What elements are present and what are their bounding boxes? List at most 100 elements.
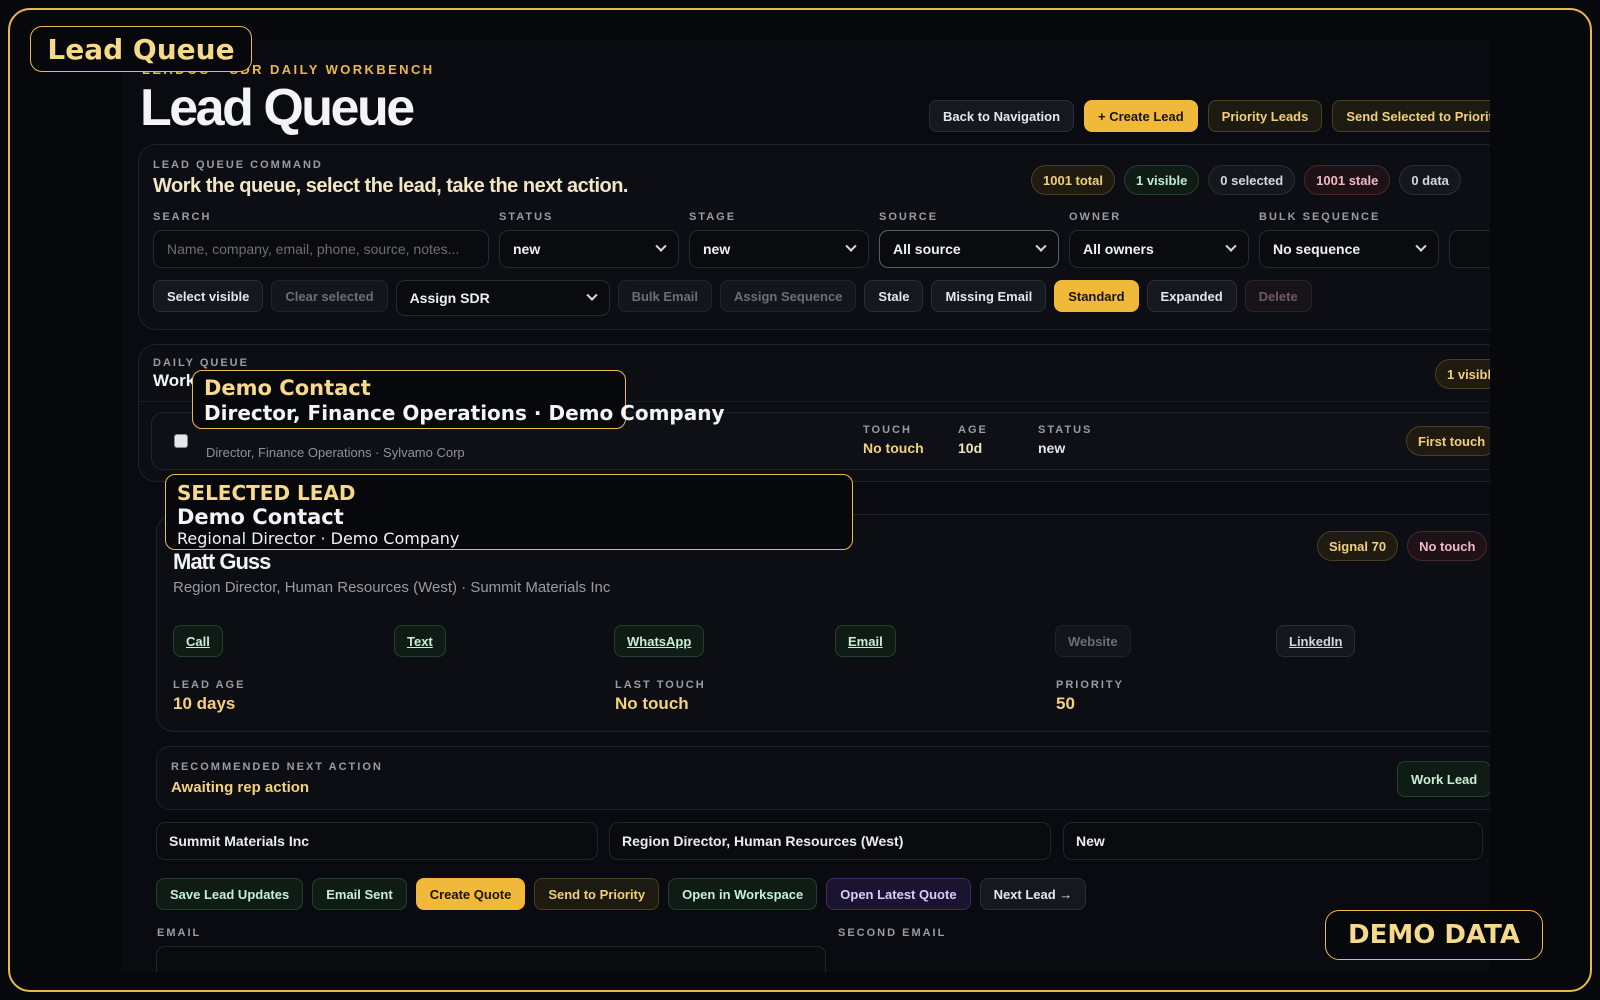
lead-actions: Save Lead Updates Email Sent Create Quot…	[156, 878, 1087, 910]
select-visible-button[interactable]: Select visible	[153, 280, 264, 312]
create-quote-button[interactable]: Create Quote	[415, 878, 526, 910]
stage-input[interactable]: New	[1063, 822, 1483, 860]
page-title: Lead Queue	[140, 79, 415, 137]
next-lead-button[interactable]: Next Lead →	[979, 878, 1087, 910]
assign-sdr-select[interactable]: Assign SDR	[395, 280, 610, 316]
visible-chip: 1 visible	[1123, 165, 1200, 195]
priority-value: 50	[1056, 694, 1075, 713]
next-action-panel: RECOMMENDED NEXT ACTION Awaiting rep act…	[156, 746, 1490, 810]
owner-label: OWNER	[1069, 211, 1122, 223]
missing-email-filter-button[interactable]: Missing Email	[931, 280, 1047, 312]
send-selected-to-priority-button[interactable]: Send Selected to Priority	[1332, 100, 1490, 132]
bulk-sequence-field: BULK SEQUENCE No sequence	[1259, 211, 1439, 268]
bulk-sequence-value: No sequence	[1273, 241, 1361, 257]
priority-label: PRIORITY	[1056, 679, 1124, 691]
lead-row-checkbox[interactable]	[174, 434, 188, 448]
clear-selected-button[interactable]: Clear selected	[271, 280, 388, 312]
age-label: AGE	[958, 424, 988, 436]
signal-chip: Signal 70	[1317, 531, 1399, 561]
age-value: 10d	[958, 440, 983, 456]
touch-value: No touch	[863, 440, 924, 456]
lead-row-subtitle: Director, Finance Operations · Sylvamo C…	[206, 445, 465, 460]
source-select[interactable]: All source	[879, 230, 1059, 268]
queue-stat-chips: 1001 total 1 visible 0 selected 1001 sta…	[1031, 165, 1461, 195]
delete-button[interactable]: Delete	[1244, 280, 1312, 312]
status-value: new	[513, 241, 541, 257]
command-label: LEAD QUEUE COMMAND	[153, 159, 323, 171]
extra-filter-input[interactable]	[1449, 230, 1490, 268]
stage-select[interactable]: new	[689, 230, 869, 268]
next-action-value: Awaiting rep action	[171, 779, 310, 796]
bulk-sequence-select[interactable]: No sequence	[1259, 230, 1439, 268]
email-link[interactable]: Email	[835, 625, 896, 657]
second-email-label: SECOND EMAIL	[838, 927, 947, 939]
source-label: SOURCE	[879, 211, 939, 223]
lead-age-label: LEAD AGE	[173, 679, 246, 691]
assign-sdr-value: Assign SDR	[409, 290, 490, 306]
text-link[interactable]: Text	[394, 625, 446, 657]
whatsapp-link[interactable]: WhatsApp	[614, 625, 705, 657]
save-lead-updates-button[interactable]: Save Lead Updates	[156, 878, 304, 910]
open-latest-quote-button[interactable]: Open Latest Quote	[826, 878, 971, 910]
owner-select[interactable]: All owners	[1069, 230, 1249, 268]
priority-leads-button[interactable]: Priority Leads	[1207, 100, 1323, 132]
company-input[interactable]: Summit Materials Inc	[156, 822, 598, 860]
lead-age-stat: LEAD AGE 10 days	[173, 679, 245, 714]
title-input[interactable]: Region Director, Human Resources (West)	[609, 822, 1051, 860]
chevron-down-icon	[1415, 240, 1427, 252]
priority-stat: PRIORITY 50	[1056, 679, 1124, 714]
status-select[interactable]: new	[499, 230, 679, 268]
stage-label: STAGE	[689, 211, 737, 223]
chevron-down-icon	[1225, 240, 1237, 252]
status-label: STATUS	[499, 211, 554, 223]
command-headline: Work the queue, select the lead, take th…	[153, 175, 629, 197]
next-action-label: RECOMMENDED NEXT ACTION	[171, 761, 383, 773]
data-chip: 0 data	[1399, 165, 1461, 195]
status-col: STATUS new	[1038, 424, 1092, 456]
owner-value: All owners	[1083, 241, 1154, 257]
assign-sequence-button[interactable]: Assign Sequence	[720, 280, 857, 312]
no-touch-chip: No touch	[1407, 531, 1488, 561]
status-col-value: new	[1038, 440, 1066, 456]
source-field: SOURCE All source	[879, 211, 1059, 268]
stale-filter-button[interactable]: Stale	[864, 280, 924, 312]
call-link[interactable]: Call	[173, 625, 223, 657]
daily-queue-count-chip: 1 visible	[1435, 359, 1490, 389]
owner-field: OWNER All owners	[1069, 211, 1249, 268]
selected-lead-name: Matt Guss	[173, 549, 271, 574]
first-touch-chip[interactable]: First touch	[1406, 426, 1490, 456]
email-input[interactable]	[156, 946, 826, 972]
search-input[interactable]: Name, company, email, phone, source, not…	[153, 230, 489, 268]
lead-row-demo-overlay: Demo Contact Director, Finance Operation…	[192, 370, 725, 429]
stale-chip: 1001 stale	[1304, 165, 1391, 195]
age-col: AGE 10d	[958, 424, 988, 456]
work-lead-button[interactable]: Work Lead	[1397, 761, 1490, 797]
selected-lead-demo-overlay: SELECTED LEAD Demo Contact Regional Dire…	[165, 474, 853, 550]
source-value: All source	[893, 241, 961, 257]
status-field: STATUS new	[499, 211, 679, 268]
header-actions: Back to Navigation + Create Lead Priorit…	[929, 100, 1490, 132]
bulk-email-button[interactable]: Bulk Email	[617, 280, 713, 312]
overlay-selected-subtitle: Regional Director · Demo Company	[177, 529, 460, 548]
last-touch-stat: LAST TOUCH No touch	[615, 679, 706, 714]
email-sent-button[interactable]: Email Sent	[312, 878, 407, 910]
overlay-lead-name: Demo Contact	[204, 376, 371, 400]
touch-col: TOUCH No touch	[863, 424, 924, 456]
selected-lead-subtitle: Region Director, Human Resources (West) …	[173, 579, 611, 596]
overlay-lead-subtitle: Director, Finance Operations · Demo Comp…	[204, 401, 725, 425]
create-lead-button[interactable]: + Create Lead	[1084, 100, 1198, 132]
stage-field: STAGE new	[689, 211, 869, 268]
chevron-down-icon	[845, 240, 857, 252]
send-to-priority-button[interactable]: Send to Priority	[534, 878, 660, 910]
search-label: SEARCH	[153, 211, 212, 223]
touch-label: TOUCH	[863, 424, 912, 436]
total-chip: 1001 total	[1031, 165, 1115, 195]
expanded-view-button[interactable]: Expanded	[1146, 280, 1237, 312]
overlay-selected-label: SELECTED LEAD	[177, 481, 356, 505]
linkedin-link[interactable]: LinkedIn	[1276, 625, 1356, 657]
open-in-workspace-button[interactable]: Open in Workspace	[668, 878, 818, 910]
back-to-navigation-button[interactable]: Back to Navigation	[929, 100, 1075, 132]
website-link[interactable]: Website	[1055, 625, 1131, 657]
standard-view-button[interactable]: Standard	[1054, 280, 1139, 312]
stage-value: new	[703, 241, 731, 257]
